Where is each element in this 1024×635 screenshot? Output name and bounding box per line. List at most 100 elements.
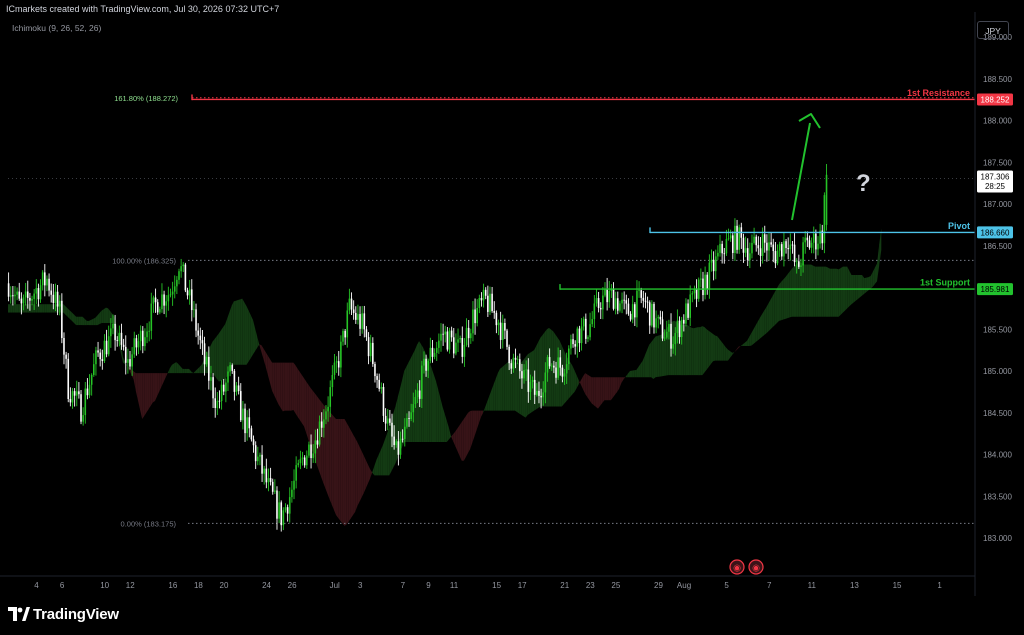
cloud-segment xyxy=(836,268,839,317)
chart-header-title: ICmarkets created with TradingView.com, … xyxy=(6,4,280,14)
candle xyxy=(455,333,457,356)
candle-body xyxy=(176,279,178,287)
cloud-segment xyxy=(165,372,168,378)
x-tick-label: 25 xyxy=(611,581,620,590)
cloud-segment xyxy=(331,414,334,510)
candle xyxy=(504,318,506,340)
cloud-segment xyxy=(862,274,865,296)
cloud-segment xyxy=(308,384,311,447)
candle-body xyxy=(65,354,67,359)
candle-body xyxy=(97,350,99,353)
cloud-segment xyxy=(133,371,136,391)
candle-body xyxy=(374,363,376,377)
cloud-segment xyxy=(429,362,432,442)
candle xyxy=(297,459,300,468)
candle xyxy=(450,326,453,342)
cloud-segment xyxy=(815,266,818,317)
candle xyxy=(73,388,76,407)
cloud-segment xyxy=(825,266,829,317)
candle xyxy=(50,283,52,303)
cloud-segment xyxy=(736,346,739,351)
candle-body xyxy=(574,344,576,347)
cloud-segment xyxy=(157,373,160,397)
candle-body xyxy=(39,285,42,300)
currency-button[interactable]: JPY xyxy=(977,21,1009,39)
candle xyxy=(99,348,101,367)
candle-body xyxy=(452,337,455,354)
candle-body xyxy=(263,468,265,474)
candle-body xyxy=(459,338,461,340)
candle xyxy=(484,287,487,300)
candle-body xyxy=(67,358,70,399)
candle xyxy=(774,241,777,269)
candle xyxy=(75,380,78,407)
x-tick-label: Aug xyxy=(677,581,691,590)
cloud-segment xyxy=(766,303,769,334)
candle-body xyxy=(683,319,685,324)
candle-body xyxy=(284,507,287,511)
candle-body xyxy=(222,384,225,392)
candle-body xyxy=(661,319,664,339)
candle-body xyxy=(31,298,33,301)
candle-body xyxy=(173,286,176,292)
candle-body xyxy=(233,370,236,392)
cloud-segment xyxy=(82,316,85,326)
candle xyxy=(501,314,504,349)
indicator-legend[interactable]: Ichimoku (9, 26, 52, 26) xyxy=(12,23,101,33)
candle-body xyxy=(634,304,636,318)
cloud-segment xyxy=(159,373,162,392)
candle-body xyxy=(623,299,625,301)
candle-body xyxy=(50,290,52,295)
candle xyxy=(653,301,655,334)
x-tick-label: 5 xyxy=(724,581,729,590)
candle xyxy=(582,316,585,331)
candle-body xyxy=(570,339,572,349)
y-tick-label: 188.500 xyxy=(983,75,1012,84)
candle-body xyxy=(448,330,451,350)
candle-body xyxy=(103,340,106,362)
candle xyxy=(41,270,44,291)
candle-body xyxy=(139,330,142,342)
candle-body xyxy=(16,291,18,295)
candle xyxy=(457,328,459,352)
candle xyxy=(448,327,451,354)
cloud-segment xyxy=(757,317,760,341)
candle-body xyxy=(529,381,532,392)
candle-body xyxy=(616,298,619,311)
candle xyxy=(7,272,10,302)
candle-body xyxy=(446,331,449,350)
candle xyxy=(712,251,715,281)
candle-body xyxy=(178,271,180,280)
candle-body xyxy=(280,502,283,526)
cloud-segment xyxy=(78,316,81,326)
candle xyxy=(124,335,127,375)
cloud-segment xyxy=(244,302,247,365)
candle xyxy=(384,408,387,432)
candle xyxy=(825,164,828,231)
cloud-segment xyxy=(167,368,170,374)
candle-body xyxy=(335,361,338,363)
cloud-segment xyxy=(327,409,330,500)
price-chart[interactable]: 161.80% (188.272) 100.00% (186.325) 0.00% … xyxy=(0,0,1024,635)
candle xyxy=(348,288,351,315)
candle-body xyxy=(231,365,234,371)
candle-body xyxy=(774,251,777,264)
cloud-segment xyxy=(16,304,19,313)
cloud-segment xyxy=(723,344,726,361)
candle xyxy=(789,233,792,261)
candle xyxy=(438,333,440,354)
candle-body xyxy=(342,330,344,342)
cloud-segment xyxy=(272,362,275,396)
candle-body xyxy=(95,350,97,365)
candle xyxy=(331,365,334,397)
cloud-segment xyxy=(370,469,373,479)
cloud-segment xyxy=(860,274,863,298)
badge-label: 188.252 xyxy=(981,95,1010,104)
candle xyxy=(35,279,38,305)
candle xyxy=(259,452,261,466)
candle xyxy=(171,281,174,306)
cloud-segment xyxy=(169,364,173,374)
cloud-segment xyxy=(740,344,743,346)
candle xyxy=(82,407,84,426)
x-tick-label: 18 xyxy=(194,581,203,590)
